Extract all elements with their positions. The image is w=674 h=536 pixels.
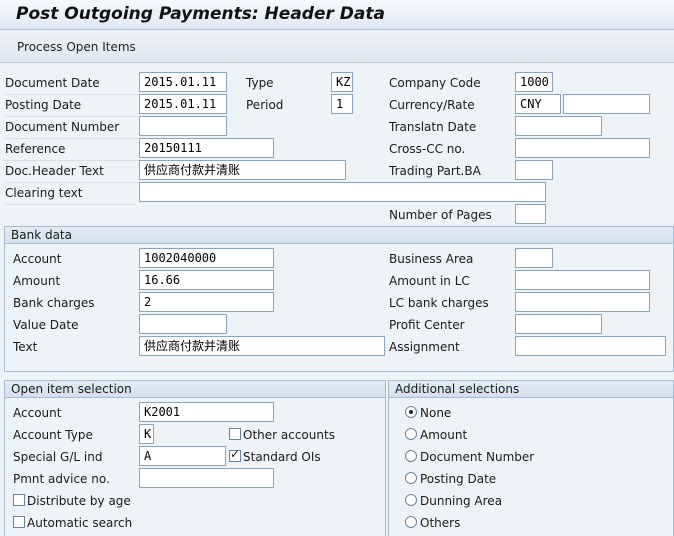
standard-ois-checkbox[interactable] <box>229 447 241 462</box>
account-type-field[interactable]: K <box>139 424 154 444</box>
bank-charges-field[interactable]: 2 <box>139 292 274 312</box>
assignment-label: Assignment <box>389 340 460 354</box>
clearing-text-label: Clearing text <box>5 186 83 200</box>
clearing-text-field[interactable] <box>139 182 546 202</box>
trading-part-field[interactable] <box>515 160 553 180</box>
amount-label: Amount <box>13 274 61 288</box>
document-number-field[interactable] <box>139 116 227 136</box>
text-label: Text <box>13 340 38 354</box>
period-label: Period <box>246 98 284 112</box>
currency-field[interactable]: CNY <box>515 94 561 114</box>
document-date-label: Document Date <box>5 76 100 90</box>
translatn-date-field[interactable] <box>515 116 602 136</box>
doc-header-text-field[interactable]: 供应商付款并清账 <box>139 160 346 180</box>
doc-header-text-label: Doc.Header Text <box>5 164 104 178</box>
distribute-by-age-checkbox[interactable] <box>13 494 25 506</box>
radio-document-number[interactable] <box>405 450 417 462</box>
business-area-field[interactable] <box>515 248 553 268</box>
oi-account-field[interactable]: K2001 <box>139 402 274 422</box>
radio-posting-date[interactable] <box>405 472 417 484</box>
document-number-label: Document Number <box>5 120 120 134</box>
bank-data-title: Bank data <box>11 228 72 242</box>
cross-cc-label: Cross-CC no. <box>389 142 466 156</box>
period-field[interactable]: 1 <box>331 94 353 114</box>
company-code-field[interactable]: 1000 <box>515 72 553 92</box>
translatn-date-label: Translatn Date <box>389 120 477 134</box>
radio-none-label: None <box>420 406 452 420</box>
radio-dunning-area-label: Dunning Area <box>420 494 503 508</box>
text-field[interactable]: 供应商付款并清账 <box>139 336 385 356</box>
type-label: Type <box>246 76 274 90</box>
value-date-label: Value Date <box>13 318 79 332</box>
amount-field[interactable]: 16.66 <box>139 270 274 290</box>
lc-bank-charges-label: LC bank charges <box>389 296 489 310</box>
standard-ois-label: Standard OIs <box>243 450 321 464</box>
radio-posting-date-label: Posting Date <box>420 472 497 486</box>
document-date-field[interactable]: 2015.01.11 <box>139 72 227 92</box>
lc-bank-charges-field[interactable] <box>515 292 650 312</box>
radio-others[interactable] <box>405 516 417 528</box>
radio-none[interactable] <box>405 406 417 418</box>
amount-lc-field[interactable] <box>515 270 650 290</box>
other-accounts-label: Other accounts <box>243 428 335 442</box>
amount-lc-label: Amount in LC <box>389 274 470 288</box>
type-field[interactable]: KZ <box>331 72 353 92</box>
page-title: Post Outgoing Payments: Header Data <box>16 4 385 24</box>
posting-date-field[interactable]: 2015.01.11 <box>139 94 227 114</box>
company-code-label: Company Code <box>389 76 481 90</box>
radio-document-number-label: Document Number <box>420 450 535 464</box>
trading-part-label: Trading Part.BA <box>389 164 481 178</box>
process-open-items-button[interactable]: Process Open Items <box>17 40 136 54</box>
radio-amount-label: Amount <box>420 428 468 442</box>
special-gl-field[interactable]: A <box>139 446 226 466</box>
radio-amount[interactable] <box>405 428 417 440</box>
automatic-search-label: Automatic search <box>27 516 133 530</box>
number-of-pages-label: Number of Pages <box>389 208 492 222</box>
other-accounts-checkbox[interactable] <box>229 428 241 440</box>
currency-rate-label: Currency/Rate <box>389 98 475 112</box>
profit-center-label: Profit Center <box>389 318 465 332</box>
open-item-selection-title: Open item selection <box>11 382 132 396</box>
radio-dunning-area[interactable] <box>405 494 417 506</box>
value-date-field[interactable] <box>139 314 227 334</box>
distribute-by-age-label: Distribute by age <box>27 494 131 508</box>
reference-label: Reference <box>5 142 66 156</box>
special-gl-label: Special G/L ind <box>13 450 103 464</box>
automatic-search-checkbox[interactable] <box>13 516 25 528</box>
application-toolbar: Process Open Items <box>0 31 674 63</box>
number-of-pages-field[interactable] <box>515 204 546 224</box>
radio-others-label: Others <box>420 516 461 530</box>
cross-cc-field[interactable] <box>515 138 650 158</box>
profit-center-field[interactable] <box>515 314 602 334</box>
exchange-rate-field[interactable] <box>563 94 650 114</box>
account-type-label: Account Type <box>13 428 93 442</box>
oi-account-label: Account <box>13 406 62 420</box>
business-area-label: Business Area <box>389 252 474 266</box>
assignment-field[interactable] <box>515 336 666 356</box>
bank-account-field[interactable]: 1002040000 <box>139 248 274 268</box>
bank-account-label: Account <box>13 252 62 266</box>
pmnt-advice-label: Pmnt advice no. <box>13 472 110 486</box>
pmnt-advice-field[interactable] <box>139 468 274 488</box>
title-bar: Post Outgoing Payments: Header Data <box>0 0 674 30</box>
additional-selections-title: Additional selections <box>395 382 520 396</box>
bank-charges-label: Bank charges <box>13 296 95 310</box>
reference-field[interactable]: 20150111 <box>139 138 274 158</box>
posting-date-label: Posting Date <box>5 98 82 112</box>
